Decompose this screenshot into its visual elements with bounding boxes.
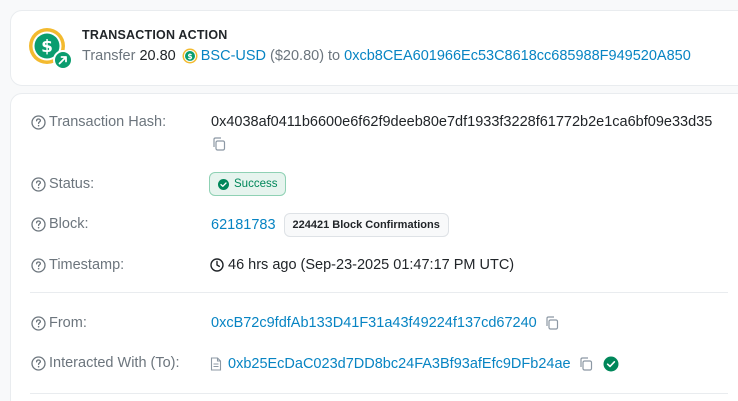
block-label: Block: (31, 216, 89, 232)
from-label-text: From: (49, 315, 87, 331)
to-label-text: Interacted With (To): (49, 355, 180, 371)
status-badge: Success (209, 172, 287, 196)
status-value-wrap: Success (209, 172, 287, 196)
copy-icon[interactable] (579, 357, 593, 371)
status-label-text: Status: (49, 176, 95, 192)
transaction-hash: 0x4038af0411b6600e6f62f9deeb80e7df1933f3… (211, 114, 713, 130)
usd-coin-icon: $ (26, 26, 74, 74)
transaction-action-title: TRANSACTION ACTION (82, 28, 228, 42)
status-text: Success (234, 178, 278, 190)
status-label: Status: (31, 176, 94, 192)
to-address-link[interactable]: 0xb25EcDaC023d7DD8bc24FA3Bf93afEfc9DFb24… (228, 356, 571, 372)
block-value-wrap: 62181783 224421 Block Confirmations (211, 213, 449, 237)
svg-text:$: $ (187, 52, 192, 61)
from-label: From: (31, 315, 87, 331)
timestamp-value-wrap: 46 hrs ago (Sep-23-2025 01:47:17 PM UTC) (210, 257, 514, 273)
question-circle-icon[interactable] (31, 114, 46, 130)
from-address-link[interactable]: 0xcB72c9fdfAb133D41F31a43f49224f137cd672… (211, 315, 537, 331)
bsc-usd-token-icon: $ (182, 48, 198, 64)
timestamp-value: 46 hrs ago (Sep-23-2025 01:47:17 PM UTC) (228, 257, 515, 273)
to-value-wrap: 0xb25EcDaC023d7DD8bc24FA3Bf93afEfc9DFb24… (210, 356, 619, 372)
hash-label-text: Transaction Hash: (49, 114, 167, 130)
clock-icon (210, 258, 224, 272)
recipient-address-link[interactable]: 0xcb8CEA601966Ec53C8618cc685988F949520A8… (344, 48, 691, 64)
question-circle-icon[interactable] (31, 216, 46, 232)
from-value-wrap: 0xcB72c9fdfAb133D41F31a43f49224f137cd672… (211, 315, 559, 331)
action-verb: Transfer (82, 48, 136, 64)
to-word: to (328, 48, 341, 64)
copy-icon[interactable] (212, 137, 226, 151)
question-circle-icon[interactable] (31, 176, 46, 192)
section-divider (30, 393, 728, 394)
timestamp-label-text: Timestamp: (49, 257, 125, 273)
action-amount: 20.80 (139, 48, 176, 64)
question-circle-icon[interactable] (31, 315, 46, 331)
usd-value: ($20.80) (270, 48, 325, 64)
hash-label: Transaction Hash: (31, 114, 166, 130)
copy-icon[interactable] (545, 316, 559, 330)
check-circle-icon (218, 178, 229, 190)
question-circle-icon[interactable] (31, 257, 46, 273)
verified-contract-icon (603, 356, 619, 372)
block-confirmations-badge: 224421 Block Confirmations (283, 213, 449, 237)
svg-text:$: $ (41, 37, 53, 57)
block-number-link[interactable]: 62181783 (211, 217, 276, 233)
token-link[interactable]: BSC-USD (201, 48, 266, 64)
question-circle-icon[interactable] (31, 355, 46, 371)
section-divider (30, 292, 728, 293)
transaction-action-summary: Transfer 20.80 $ BSC-USD ($20.80) to 0xc… (82, 48, 691, 64)
block-label-text: Block: (49, 216, 89, 232)
contract-file-icon (210, 357, 222, 371)
hash-copy[interactable] (212, 137, 226, 151)
to-label: Interacted With (To): (31, 355, 180, 371)
hash-value-wrap: 0x4038af0411b6600e6f62f9deeb80e7df1933f3… (211, 114, 712, 130)
timestamp-label: Timestamp: (31, 257, 124, 273)
